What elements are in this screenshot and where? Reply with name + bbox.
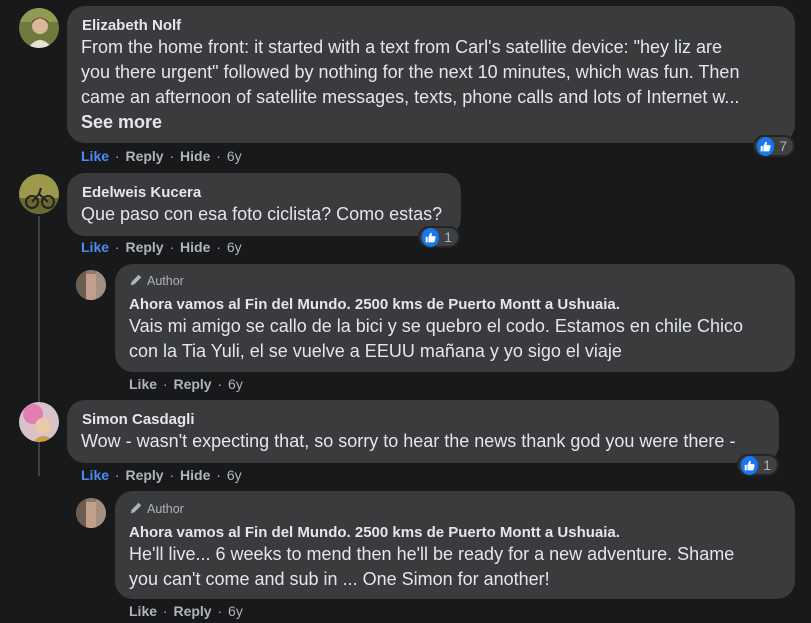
reply-button[interactable]: Reply: [173, 376, 211, 392]
comment-text-line: came an afternoon of satellite messages,…: [81, 87, 740, 107]
avatar[interactable]: [76, 270, 106, 300]
comment-text-line: you can't come and sub in ... One Simon …: [129, 569, 550, 589]
thumbs-up-icon: [757, 136, 775, 156]
comment-text-line: He'll live... 6 weeks to mend then he'll…: [129, 544, 735, 564]
reaction-count[interactable]: 1: [418, 226, 460, 248]
author-badge: Author: [129, 273, 184, 288]
avatar[interactable]: [19, 8, 59, 48]
timestamp[interactable]: 6y: [227, 467, 242, 483]
pencil-icon: [130, 274, 142, 286]
avatar[interactable]: [19, 402, 59, 442]
comment-actions: Like · Reply · 6y: [129, 603, 243, 619]
like-button[interactable]: Like: [81, 148, 109, 164]
author-badge: Author: [129, 501, 184, 516]
comment-text-line: con la Tia Yuli, el se vuelve a EEUU mañ…: [129, 341, 622, 361]
comment-author-name[interactable]: Elizabeth Nolf: [82, 17, 181, 34]
comment-text-line: Vais mi amigo se callo de la bici y se q…: [129, 316, 743, 336]
hide-button[interactable]: Hide: [180, 239, 210, 255]
comment-actions: Like · Reply · Hide · 6y: [81, 467, 242, 483]
comment-text-line: Wow - wasn't expecting that, so sorry to…: [81, 431, 736, 451]
comment-author-name[interactable]: Edelweis Kucera: [82, 184, 201, 201]
reaction-count-label: 1: [763, 457, 771, 473]
reply-button[interactable]: Reply: [125, 239, 163, 255]
avatar[interactable]: [76, 498, 106, 528]
comment-actions: Like · Reply · 6y: [129, 376, 243, 392]
like-button[interactable]: Like: [81, 239, 109, 255]
thumbs-up-icon: [741, 455, 759, 475]
reaction-count[interactable]: 7: [753, 135, 795, 157]
reply-button[interactable]: Reply: [173, 603, 211, 619]
like-button[interactable]: Like: [129, 376, 157, 392]
hide-button[interactable]: Hide: [180, 467, 210, 483]
reaction-count-label: 1: [444, 229, 452, 245]
comment-author-name[interactable]: Simon Casdagli: [82, 411, 195, 428]
comment-author-name[interactable]: Ahora vamos al Fin del Mundo. 2500 kms d…: [129, 524, 620, 541]
timestamp[interactable]: 6y: [228, 376, 243, 392]
timestamp[interactable]: 6y: [227, 148, 242, 164]
reaction-count-label: 7: [779, 138, 787, 154]
reply-button[interactable]: Reply: [125, 148, 163, 164]
reaction-count[interactable]: 1: [737, 454, 779, 476]
like-button[interactable]: Like: [129, 603, 157, 619]
timestamp[interactable]: 6y: [227, 239, 242, 255]
comment-actions: Like · Reply · Hide · 6y: [81, 239, 242, 255]
comment-text-line: From the home front: it started with a t…: [81, 37, 723, 57]
hide-button[interactable]: Hide: [180, 148, 210, 164]
thumbs-up-icon: [422, 227, 440, 247]
avatar[interactable]: [19, 174, 59, 214]
comment-text-line: Que paso con esa foto ciclista? Como est…: [81, 204, 443, 224]
comment-actions: Like · Reply · Hide · 6y: [81, 148, 242, 164]
comment-author-name[interactable]: Ahora vamos al Fin del Mundo. 2500 kms d…: [129, 296, 620, 313]
reply-button[interactable]: Reply: [125, 467, 163, 483]
timestamp[interactable]: 6y: [228, 603, 243, 619]
comment-text-line: you there urgent" followed by nothing fo…: [81, 62, 740, 82]
like-button[interactable]: Like: [81, 467, 109, 483]
pencil-icon: [130, 502, 142, 514]
see-more-link[interactable]: See more: [81, 112, 162, 133]
